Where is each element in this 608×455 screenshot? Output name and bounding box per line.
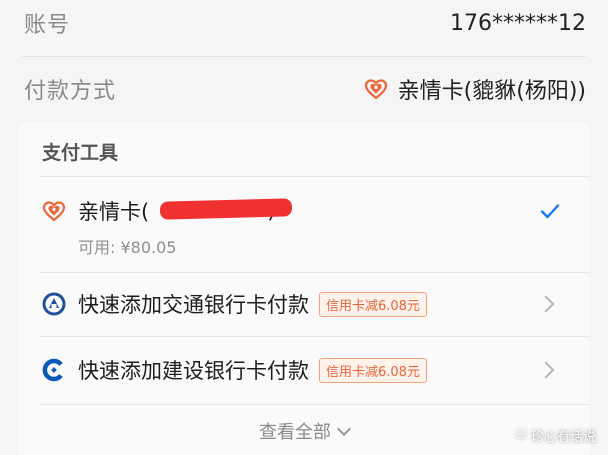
watermark-logo-icon: ⚇ — [515, 428, 527, 443]
payment-option-add-ccb-card[interactable]: 快速添加建设银行卡付款 信用卡减6.08元 — [18, 352, 590, 388]
family-card-name: 亲情卡( — [78, 200, 150, 224]
add-ccb-card-label: 快速添加建设银行卡付款 — [78, 359, 309, 383]
family-card-heart-icon — [364, 77, 388, 101]
credit-card-discount-badge: 信用卡减6.08元 — [319, 291, 427, 317]
view-all-button[interactable]: 查看全部 — [18, 418, 590, 444]
family-card-available-balance: 可用: ¥80.05 — [78, 238, 177, 257]
card-divider — [40, 272, 590, 273]
payment-option-family-card[interactable]: 亲情卡( ) — [18, 194, 590, 228]
account-value: 176******12 — [450, 10, 586, 36]
watermark-text: 珍心有话说 — [530, 430, 596, 445]
china-construction-bank-icon — [42, 358, 66, 382]
payment-method-row[interactable]: 付款方式 亲情卡(貔貅(杨阳)) — [0, 64, 608, 114]
add-bocom-card-label: 快速添加交通银行卡付款 — [78, 293, 309, 317]
account-row: 账号 176******12 — [0, 0, 608, 46]
payment-method-value: 亲情卡(貔貅(杨阳)) — [397, 79, 586, 104]
payment-method-value-group: 亲情卡(貔貅(杨阳)) — [364, 73, 586, 105]
chevron-right-icon — [537, 361, 555, 379]
card-divider — [40, 176, 590, 177]
watermark: ⚇ 珍心有话说 — [515, 426, 596, 445]
chevron-down-icon — [336, 421, 352, 436]
credit-card-discount-badge: 信用卡减6.08元 — [319, 357, 427, 383]
payment-method-label: 付款方式 — [24, 79, 117, 104]
view-all-label: 查看全部 — [259, 422, 331, 443]
card-divider — [40, 336, 590, 337]
payment-tools-title: 支付工具 — [42, 142, 119, 164]
account-label: 账号 — [24, 13, 71, 38]
card-divider — [40, 404, 590, 405]
redaction-mark — [159, 198, 293, 220]
chevron-right-icon — [537, 295, 555, 313]
family-card-heart-icon — [42, 199, 66, 223]
payment-tools-card: 支付工具 亲情卡( ) 可用: ¥80.05 快速添加交通银行卡付款 — [18, 122, 590, 455]
payment-option-add-bocom-card[interactable]: 快速添加交通银行卡付款 信用卡减6.08元 — [18, 286, 590, 322]
selected-check-icon — [540, 204, 560, 219]
bank-of-communications-icon — [42, 292, 66, 316]
row-divider — [22, 56, 586, 57]
